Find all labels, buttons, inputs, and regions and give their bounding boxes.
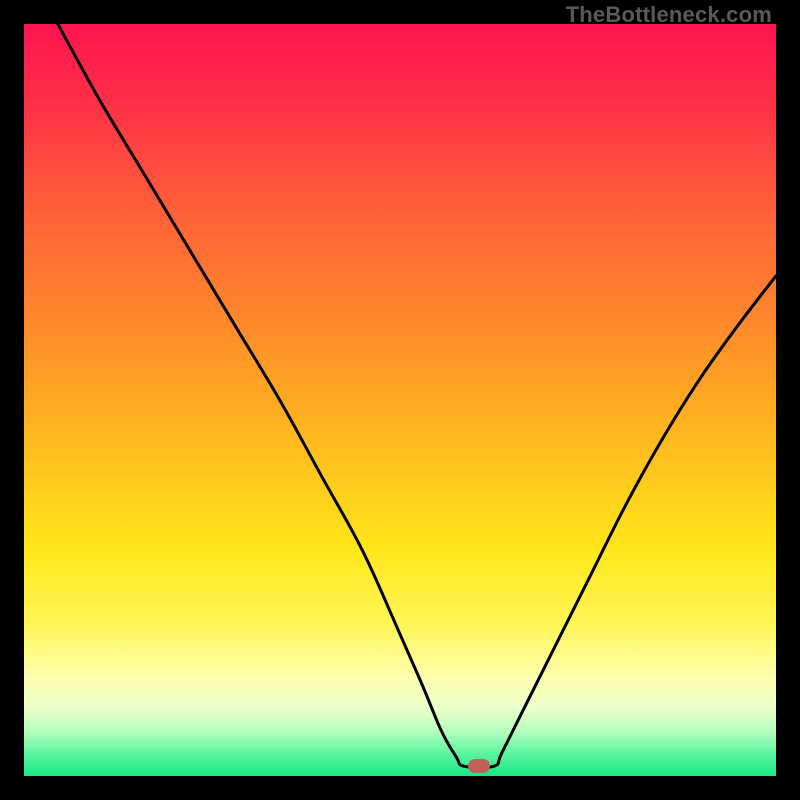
watermark-text: TheBottleneck.com bbox=[566, 2, 772, 28]
outer-frame: TheBottleneck.com bbox=[0, 0, 800, 800]
plot-area bbox=[24, 24, 776, 776]
optimal-marker bbox=[468, 759, 490, 773]
bottleneck-curve bbox=[24, 24, 776, 776]
